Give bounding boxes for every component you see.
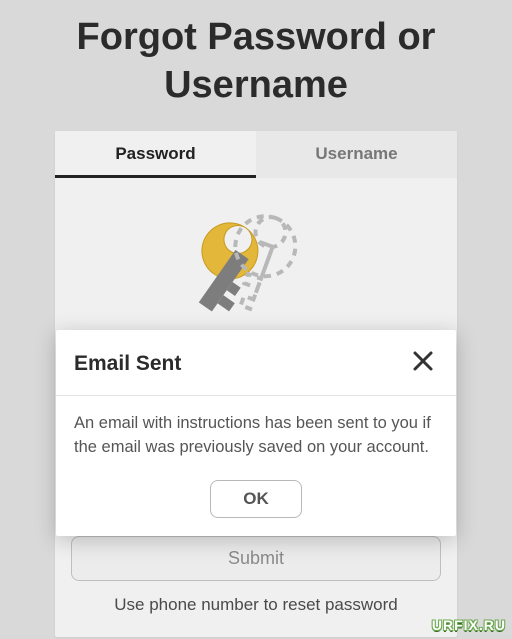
email-sent-modal: Email Sent An email with instructions ha… bbox=[56, 330, 456, 536]
modal-header: Email Sent bbox=[56, 330, 456, 396]
key-icon bbox=[186, 206, 326, 346]
ok-button[interactable]: OK bbox=[210, 480, 302, 518]
tab-password[interactable]: Password bbox=[55, 131, 256, 178]
close-icon[interactable] bbox=[408, 346, 438, 381]
modal-footer: OK bbox=[56, 480, 456, 536]
tab-username[interactable]: Username bbox=[256, 131, 457, 178]
submit-button[interactable]: Submit bbox=[71, 536, 441, 581]
modal-body-text: An email with instructions has been sent… bbox=[56, 396, 456, 480]
modal-title: Email Sent bbox=[74, 352, 181, 376]
tabs: Password Username bbox=[55, 131, 457, 178]
page-title: Forgot Password or Username bbox=[0, 0, 512, 131]
use-phone-link[interactable]: Use phone number to reset password bbox=[55, 595, 457, 637]
watermark: URFIX.RU bbox=[432, 617, 506, 633]
